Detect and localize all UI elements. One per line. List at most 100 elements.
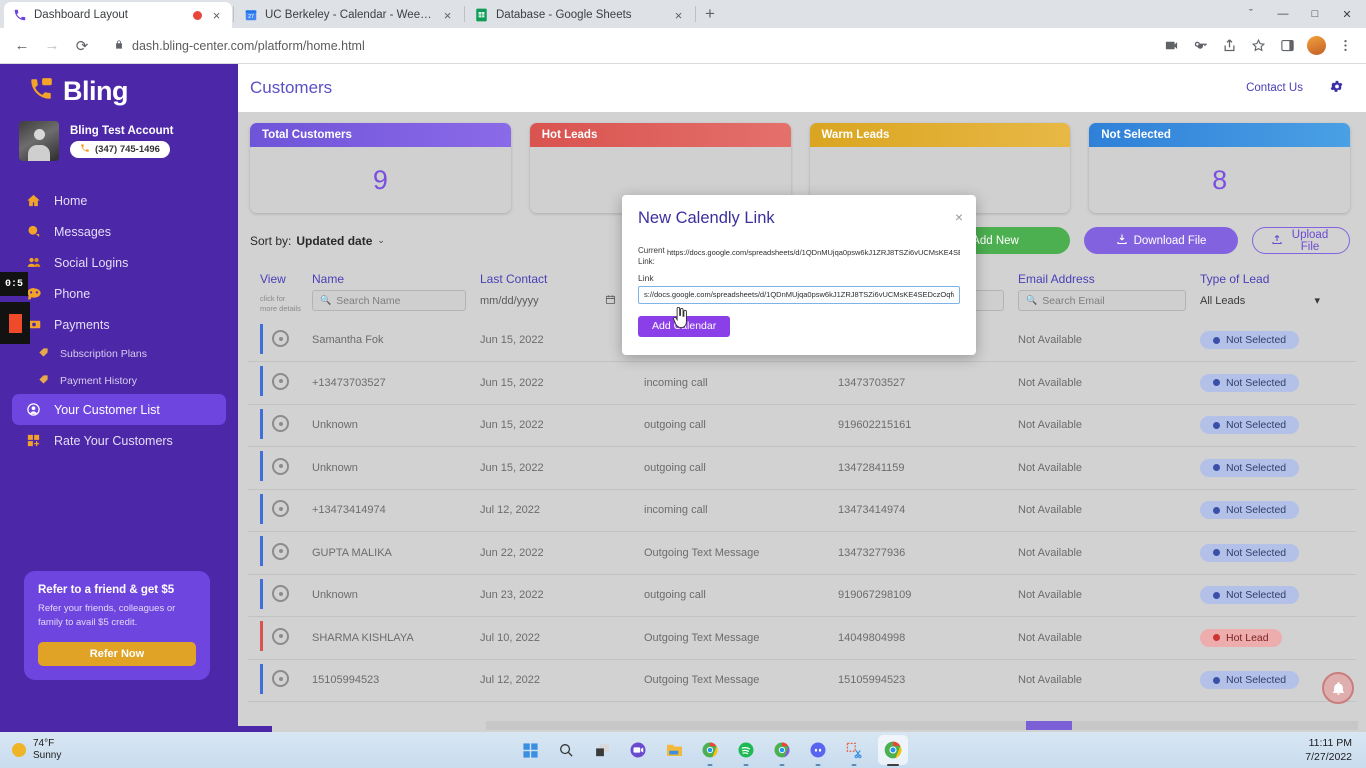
row-view-cell[interactable] — [248, 404, 312, 447]
screen-recorder-stop-button[interactable] — [0, 302, 30, 344]
contact-us-link[interactable]: Contact Us — [1246, 82, 1303, 94]
forward-icon[interactable]: → — [38, 32, 66, 60]
table-row[interactable]: +13473414974 Jul 12, 2022 incoming call 134… — [248, 489, 1356, 532]
status-badge[interactable]: Not Selected — [1200, 501, 1300, 520]
sidebar-item-phone[interactable]: Phone — [12, 278, 226, 309]
table-row[interactable]: Unknown Jun 23, 2022 outgoing call 91906729… — [248, 574, 1356, 617]
row-view-cell[interactable] — [248, 659, 312, 702]
maximize-button[interactable]: □ — [1300, 1, 1330, 27]
video-camera-icon[interactable] — [1158, 33, 1184, 59]
sidebar-item-home[interactable]: Home — [12, 185, 226, 216]
table-row[interactable]: GUPTA MALIKA Jun 22, 2022 Outgoing Text Me… — [248, 531, 1356, 575]
sort-by-control[interactable]: Sort by: Updated date ⌄ — [250, 234, 385, 248]
chrome-active-icon[interactable] — [878, 735, 908, 766]
brand[interactable]: Bling — [0, 64, 238, 111]
tab-close-icon[interactable]: × — [209, 8, 224, 23]
search-name-input[interactable]: 🔍 Search Name — [312, 290, 466, 311]
sidebar-item-payment-history[interactable]: Payment History — [12, 367, 226, 394]
table-row[interactable]: Unknown Jun 15, 2022 outgoing call 91960221… — [248, 404, 1356, 447]
upload-file-button[interactable]: Upload File — [1252, 227, 1350, 254]
eye-icon[interactable] — [272, 500, 289, 518]
browser-tab-1[interactable]: Dashboard Layout × — [4, 2, 232, 28]
eye-icon[interactable] — [272, 415, 289, 433]
last-contact-date-input[interactable]: mm/dd/yyyy — [480, 290, 630, 311]
profile-phone-chip[interactable]: (347) 745-1496 — [70, 140, 170, 158]
profile-avatar-icon[interactable] — [1303, 33, 1329, 59]
status-badge[interactable]: Not Selected — [1200, 543, 1300, 562]
row-view-cell[interactable] — [248, 574, 312, 617]
task-view-icon[interactable] — [590, 738, 614, 762]
bookmark-star-icon[interactable] — [1245, 33, 1271, 59]
bell-icon[interactable] — [1322, 672, 1354, 704]
chrome-icon[interactable] — [698, 738, 722, 766]
browser-tab-3[interactable]: Database - Google Sheets × — [466, 2, 694, 28]
weather-widget[interactable]: 74°F Sunny — [0, 738, 180, 763]
status-badge[interactable]: Not Selected — [1200, 586, 1300, 605]
eye-icon[interactable] — [272, 542, 289, 560]
eye-icon[interactable] — [272, 457, 289, 475]
eye-icon[interactable] — [272, 372, 289, 390]
spotify-icon[interactable] — [734, 738, 758, 766]
share-icon[interactable] — [1216, 33, 1242, 59]
table-row[interactable]: 15105994523 Jul 12, 2022 Outgoing Text Mes… — [248, 659, 1356, 702]
back-icon[interactable]: ← — [8, 32, 36, 60]
discord-icon[interactable] — [806, 738, 830, 766]
browser-tab-2[interactable]: 27 UC Berkeley - Calendar - Week o × — [235, 2, 463, 28]
address-bar[interactable]: dash.bling-center.com/platform/home.html — [104, 34, 1150, 58]
snip-tool-icon[interactable] — [842, 738, 866, 766]
chrome-profile-icon[interactable] — [770, 738, 794, 766]
row-view-cell[interactable] — [248, 361, 312, 405]
close-icon[interactable]: × — [955, 209, 963, 225]
status-badge[interactable]: Not Selected — [1200, 331, 1300, 349]
sidebar-item-messages[interactable]: Messages — [12, 216, 226, 247]
row-view-cell[interactable] — [248, 531, 312, 575]
sidepanel-icon[interactable] — [1274, 33, 1300, 59]
calendar-icon[interactable] — [605, 294, 616, 308]
close-window-button[interactable]: ✕ — [1332, 1, 1362, 27]
table-row[interactable]: Unknown Jun 15, 2022 outgoing call 13472841… — [248, 446, 1356, 490]
key-icon[interactable] — [1187, 33, 1213, 59]
sidebar-item-payments[interactable]: Payments — [12, 309, 226, 340]
search-icon[interactable] — [554, 738, 578, 762]
row-view-cell[interactable] — [248, 489, 312, 532]
sidebar-item-subscription-plans[interactable]: Subscription Plans — [12, 340, 226, 367]
eye-icon[interactable] — [272, 627, 289, 645]
scrollbar-thumb[interactable] — [1026, 721, 1072, 730]
lead-type-select[interactable]: All Leads ▾ — [1200, 290, 1342, 311]
status-badge[interactable]: Not Selected — [1200, 458, 1300, 477]
sidebar-item-rate-your-customers[interactable]: Rate Your Customers — [12, 425, 226, 456]
table-row[interactable]: +13473703527 Jun 15, 2022 incoming call 134… — [248, 361, 1356, 405]
link-input[interactable] — [638, 285, 960, 304]
sidebar-item-your-customer-list[interactable]: Your Customer List — [12, 394, 226, 425]
horizontal-scrollbar[interactable] — [486, 721, 1358, 730]
status-badge[interactable]: Not Selected — [1200, 671, 1300, 690]
sidebar-item-social-logins[interactable]: Social Logins — [12, 247, 226, 278]
row-view-cell[interactable] — [248, 319, 312, 362]
file-explorer-icon[interactable] — [662, 738, 686, 762]
download-file-button[interactable]: Download File — [1084, 227, 1238, 254]
gear-icon[interactable] — [1329, 79, 1344, 98]
row-name: +13473703527 — [312, 361, 480, 405]
taskbar-clock[interactable]: 11:11 PM 7/27/2022 — [1246, 736, 1366, 764]
status-badge[interactable]: Not Selected — [1200, 416, 1300, 435]
table-row[interactable]: SHARMA KISHLAYA Jul 10, 2022 Outgoing Text… — [248, 616, 1356, 660]
eye-icon[interactable] — [272, 585, 289, 603]
eye-icon[interactable] — [272, 670, 289, 688]
reload-icon[interactable]: ⟳ — [68, 32, 96, 60]
minimize-button[interactable]: — — [1268, 1, 1298, 27]
new-tab-button[interactable]: + — [697, 1, 723, 27]
status-badge[interactable]: Not Selected — [1200, 373, 1300, 392]
chevron-down-icon[interactable]: ˇ — [1236, 1, 1266, 27]
status-badge[interactable]: Hot Lead — [1200, 628, 1282, 647]
windows-start-icon[interactable] — [518, 738, 542, 762]
kebab-menu-icon[interactable] — [1332, 33, 1358, 59]
eye-icon[interactable] — [272, 330, 289, 347]
search-email-input[interactable]: 🔍 Search Email — [1018, 290, 1186, 311]
tab-close-icon[interactable]: × — [671, 8, 686, 23]
teams-icon[interactable] — [626, 738, 650, 762]
tab-close-icon[interactable]: × — [440, 8, 455, 23]
refer-now-button[interactable]: Refer Now — [38, 642, 196, 666]
row-view-cell[interactable] — [248, 446, 312, 490]
row-view-cell[interactable] — [248, 616, 312, 660]
add-calendar-button[interactable]: Add Calendar — [638, 315, 731, 337]
